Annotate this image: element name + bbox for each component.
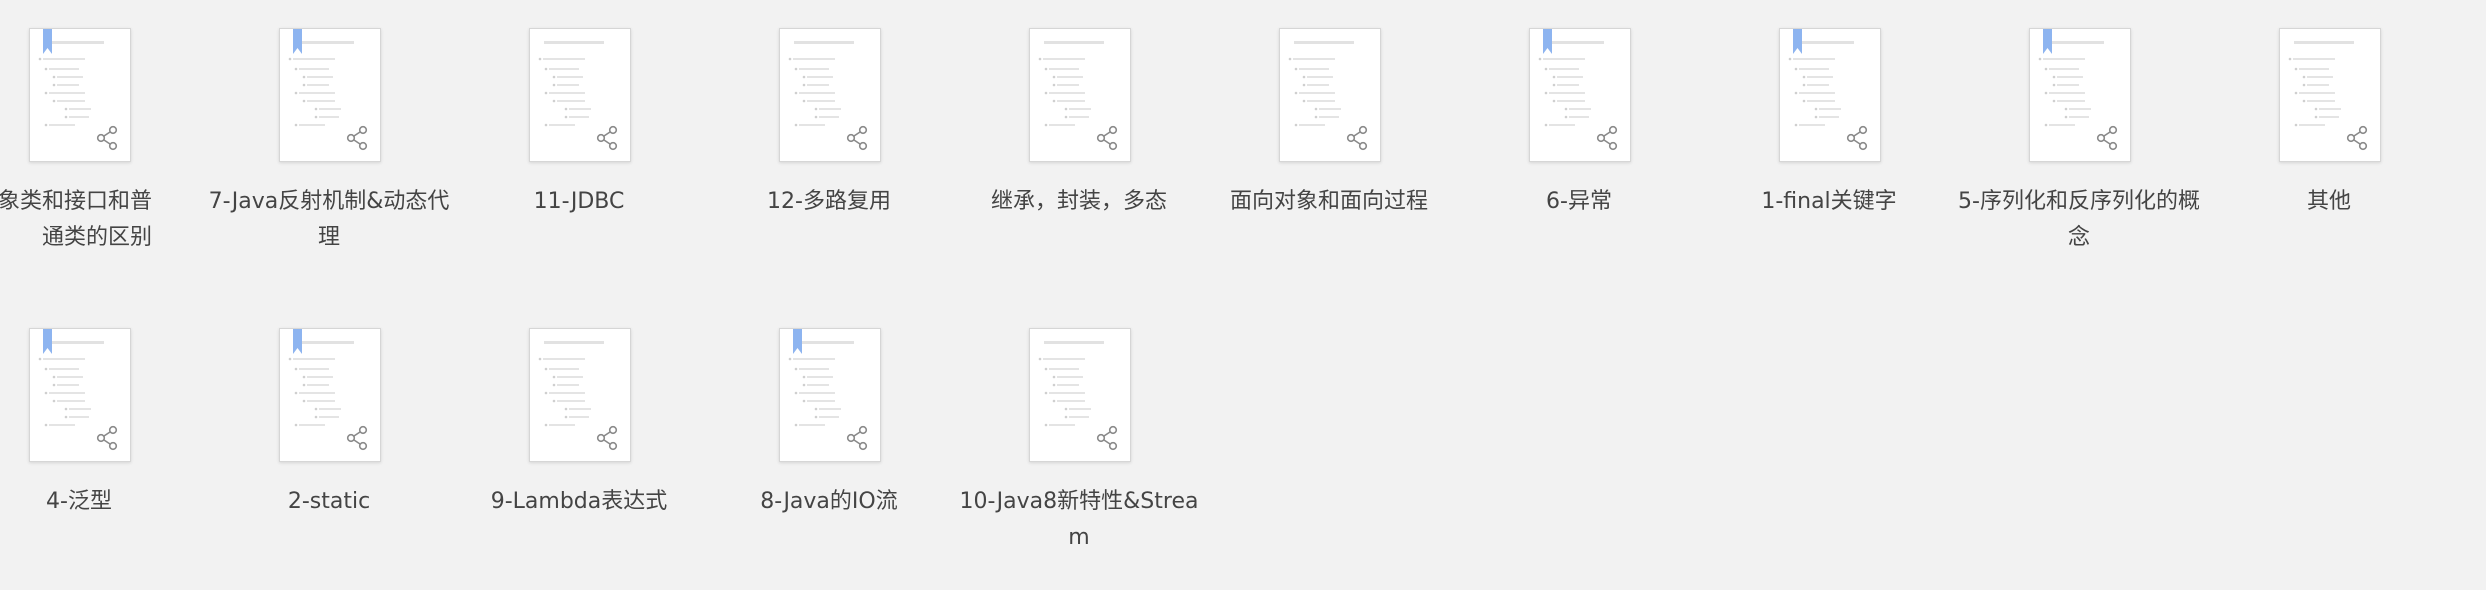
file-thumbnail[interactable] — [779, 28, 881, 162]
file-name[interactable]: 2-static — [204, 484, 454, 520]
file-thumbnail[interactable] — [29, 328, 131, 462]
file-item[interactable]: 其他 — [2204, 0, 2454, 290]
file-name[interactable]: 4-泛型 — [0, 484, 204, 520]
file-item[interactable]: 6-异常 — [1454, 0, 1704, 290]
file-item[interactable]: 面向对象和面向过程 — [1204, 0, 1454, 290]
file-name[interactable]: 10-Java8新特性&Stream — [954, 484, 1204, 556]
file-thumbnail[interactable] — [1029, 328, 1131, 462]
file-name[interactable]: 7-Java反射机制&动态代理 — [204, 184, 454, 256]
file-thumbnail[interactable] — [279, 28, 381, 162]
file-item[interactable]: 7-Java反射机制&动态代理 — [204, 0, 454, 290]
file-name[interactable]: 6-异常 — [1454, 184, 1704, 220]
file-name[interactable]: 其他 — [2204, 184, 2454, 220]
file-item[interactable]: 9-Lambda表达式 — [454, 300, 704, 590]
file-thumbnail[interactable] — [1779, 28, 1881, 162]
file-item[interactable]: 12-多路复用 — [704, 0, 954, 290]
file-name[interactable]: 继承，封装，多态 — [954, 184, 1204, 220]
file-thumbnail[interactable] — [1029, 28, 1131, 162]
file-name[interactable]: 12-多路复用 — [704, 184, 954, 220]
share-icon[interactable] — [1344, 125, 1370, 151]
file-item[interactable]: 3-抽象类和接口和普通类的区别 — [0, 0, 204, 290]
share-icon[interactable] — [2094, 125, 2120, 151]
file-name[interactable]: 9-Lambda表达式 — [454, 484, 704, 520]
share-icon[interactable] — [594, 425, 620, 451]
share-icon[interactable] — [844, 125, 870, 151]
file-grid: 3-抽象类和接口和普通类的区别 7-Java反射机制&动态代理11-JDBC12-… — [0, 0, 2486, 584]
share-icon[interactable] — [1594, 125, 1620, 151]
share-icon[interactable] — [1844, 125, 1870, 151]
share-icon[interactable] — [94, 125, 120, 151]
share-icon[interactable] — [1094, 425, 1120, 451]
file-name[interactable]: 11-JDBC — [454, 184, 704, 220]
file-item[interactable]: 1-final关键字 — [1704, 0, 1954, 290]
file-item[interactable]: 11-JDBC — [454, 0, 704, 290]
share-icon[interactable] — [2344, 125, 2370, 151]
file-thumbnail[interactable] — [529, 28, 631, 162]
file-thumbnail[interactable] — [279, 328, 381, 462]
file-thumbnail[interactable] — [529, 328, 631, 462]
file-name[interactable]: 面向对象和面向过程 — [1204, 184, 1454, 220]
share-icon[interactable] — [94, 425, 120, 451]
file-thumbnail[interactable] — [1279, 28, 1381, 162]
file-thumbnail[interactable] — [779, 328, 881, 462]
file-name[interactable]: 5-序列化和反序列化的概念 — [1954, 184, 2204, 256]
share-icon[interactable] — [344, 125, 370, 151]
file-item[interactable]: 2-static — [204, 300, 454, 590]
file-thumbnail[interactable] — [1529, 28, 1631, 162]
file-item[interactable]: 10-Java8新特性&Stream — [954, 300, 1204, 590]
share-icon[interactable] — [844, 425, 870, 451]
share-icon[interactable] — [344, 425, 370, 451]
file-item[interactable]: 8-Java的IO流 — [704, 300, 954, 590]
file-name[interactable]: 3-抽象类和接口和普通类的区别 — [0, 184, 152, 256]
file-thumbnail[interactable] — [2279, 28, 2381, 162]
file-thumbnail[interactable] — [2029, 28, 2131, 162]
file-item[interactable]: 4-泛型 — [0, 300, 204, 590]
file-item[interactable]: 继承，封装，多态 — [954, 0, 1204, 290]
file-name[interactable]: 1-final关键字 — [1704, 184, 1954, 220]
file-item[interactable]: 5-序列化和反序列化的概念 — [1954, 0, 2204, 290]
share-icon[interactable] — [1094, 125, 1120, 151]
file-name[interactable]: 8-Java的IO流 — [704, 484, 954, 520]
share-icon[interactable] — [594, 125, 620, 151]
file-thumbnail[interactable] — [29, 28, 131, 162]
